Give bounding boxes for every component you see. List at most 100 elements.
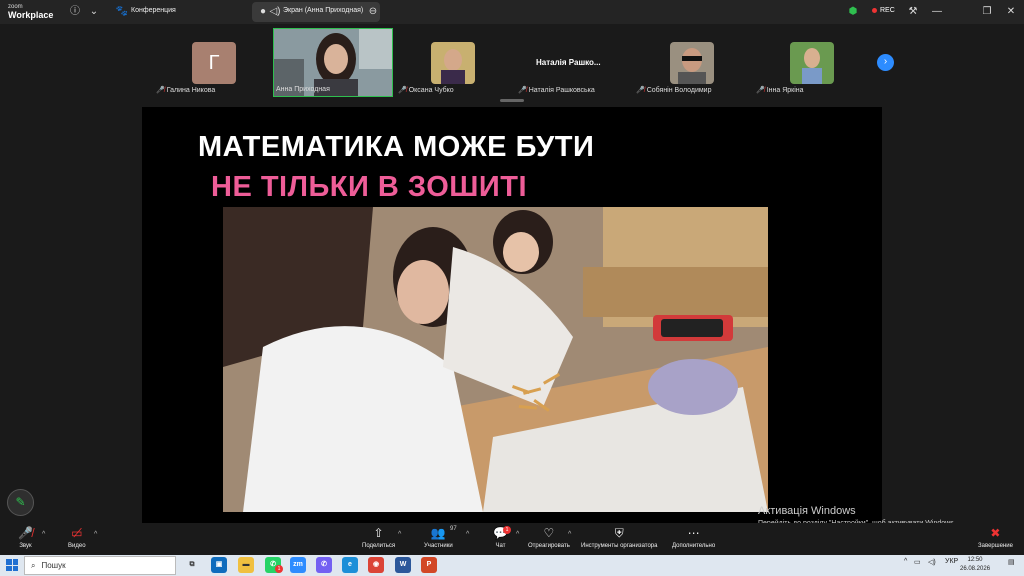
participants-button[interactable]: 👥 Участники — [424, 526, 453, 549]
more-button[interactable]: ⋯ Дополнительно — [672, 526, 715, 549]
store-icon[interactable]: ▣ — [211, 557, 227, 573]
participant-name: Анна Приходная — [276, 86, 330, 93]
participant-name: 🎤̸ Собянін Володимир — [636, 86, 712, 95]
gallery-scroll-handle[interactable] — [500, 99, 524, 102]
mic-muted-icon: 🎤̸ — [756, 87, 765, 94]
participant-tile-photo[interactable] — [431, 42, 475, 84]
more-icon: ⋯ — [687, 526, 700, 540]
close-icon[interactable]: ✕ — [1004, 5, 1018, 19]
rec-indicator[interactable]: REC — [872, 7, 895, 14]
chevron-down-icon[interactable]: ⌄ — [87, 5, 101, 19]
participants-options-chevron-icon[interactable]: ^ — [466, 531, 469, 538]
mic-muted-icon: 🎤̸ — [18, 526, 33, 540]
keyboard-language[interactable]: УКР — [945, 558, 958, 565]
tray-chevron-icon[interactable]: ^ — [904, 558, 907, 565]
participant-tile-initial[interactable]: Г — [192, 42, 236, 84]
annotate-pen-button[interactable]: ✎ — [7, 489, 34, 516]
taskbar-search[interactable]: ⌕ Пошук — [24, 556, 176, 575]
video-options-chevron-icon[interactable]: ^ — [94, 531, 97, 538]
share-label: Поделиться — [362, 543, 396, 549]
participant-name-text: Оксана Чубко — [408, 86, 454, 94]
slide-title-line1: МАТЕМАТИКА МОЖЕ БУТИ — [198, 131, 595, 163]
mic-muted-icon: 🎤̸ — [156, 87, 165, 94]
search-placeholder: Пошук — [41, 561, 66, 570]
tab-conference[interactable]: Конференция — [131, 7, 176, 14]
network-icon[interactable]: ▭ — [914, 558, 921, 566]
chat-unread-badge: 1 — [503, 526, 511, 534]
file-explorer-icon[interactable]: ▬ — [238, 557, 254, 573]
speaker-icon: ◁) — [269, 6, 281, 17]
participant-name: 🎤̸ Оксана Чубко — [398, 86, 454, 95]
mic-muted-icon: 🎤̸ — [636, 87, 645, 94]
task-view-icon[interactable]: ⧉ — [184, 557, 200, 573]
slide-photo — [223, 207, 768, 512]
shield-icon[interactable]: ⬢ — [846, 5, 860, 19]
tools-icon[interactable]: ⚒ — [906, 5, 920, 19]
info-icon[interactable]: ⓘ — [68, 5, 82, 19]
title-bar: zoom Workplace ⓘ ⌄ 🐾 Конференция ● ◁) Эк… — [0, 0, 1024, 24]
chat-label: Чат — [495, 543, 506, 549]
participant-name-text: Анна Приходная — [276, 86, 330, 93]
more-label: Дополнительно — [672, 543, 716, 549]
shield-icon: ⛨ — [614, 526, 624, 540]
end-label: Завершение — [978, 543, 1013, 549]
taskbar-clock[interactable]: 12:50 26.08.2026 — [960, 556, 990, 574]
mic-muted-icon: 🎤̸ — [398, 87, 407, 94]
whatsapp-badge: 1 — [275, 565, 283, 573]
gallery-next-button[interactable]: › — [877, 54, 894, 71]
share-options-chevron-icon[interactable]: ^ — [398, 531, 401, 538]
participant-name-text: Собянін Володимир — [646, 86, 712, 94]
participants-label: Участники — [424, 543, 453, 549]
zoom-logo: zoom Workplace — [8, 3, 53, 20]
video-label: Видео — [68, 543, 86, 549]
audio-options-chevron-icon[interactable]: ^ — [42, 531, 45, 538]
clock-time: 12:50 — [967, 557, 983, 563]
volume-icon[interactable]: ◁) — [928, 558, 936, 566]
powerpoint-icon[interactable]: P — [421, 557, 437, 573]
word-icon[interactable]: W — [395, 557, 411, 573]
shared-screen: МАТЕМАТИКА МОЖЕ БУТИ НЕ ТІЛЬКИ В ЗОШИТІ — [142, 107, 882, 523]
students-photo — [223, 207, 768, 512]
chat-options-chevron-icon[interactable]: ^ — [516, 531, 519, 538]
end-meeting-button[interactable]: ✖ Завершение — [978, 526, 1013, 549]
audio-button[interactable]: 🎤̸ Звук — [18, 526, 33, 549]
participant-name-text: Інна Яркіна — [766, 86, 804, 94]
zoom-app-icon[interactable]: zm — [290, 557, 306, 573]
participants-count: 97 — [450, 526, 457, 532]
viber-icon[interactable]: ✆ — [316, 557, 332, 573]
slide-title-line2: НЕ ТІЛЬКИ В ЗОШИТІ — [211, 171, 528, 203]
participant-photo — [431, 42, 475, 84]
minimize-icon[interactable]: — — [930, 5, 944, 19]
paw-icon: 🐾 — [115, 6, 129, 17]
close-icon: ✖ — [990, 526, 1001, 540]
more-icon[interactable]: ⊖ — [366, 5, 380, 19]
participant-gallery: Г 🎤̸ Галина Никова Анна Приходная 🎤̸ Окс… — [0, 24, 1024, 106]
react-options-chevron-icon[interactable]: ^ — [568, 531, 571, 538]
react-label: Отреагировать — [528, 543, 570, 549]
watermark-title: Активація Windows — [758, 505, 856, 517]
share-button[interactable]: ⇧ Поделиться — [362, 526, 395, 549]
video-button[interactable]: ▭̸ Видео — [68, 526, 86, 549]
participant-photo — [790, 42, 834, 84]
react-button[interactable]: ♡ Отреагировать — [528, 526, 570, 549]
participant-tile-photo[interactable] — [790, 42, 834, 84]
notifications-icon[interactable]: ▤ — [1008, 558, 1015, 566]
heart-icon: ♡ — [543, 526, 555, 540]
participant-tile-name-only[interactable]: Наталія Рашко... — [536, 42, 616, 84]
mic-muted-icon: 🎤̸ — [518, 87, 527, 94]
clock-date: 26.08.2026 — [960, 566, 991, 572]
host-tools-label: Инструменты организатора — [581, 543, 658, 549]
edge-icon[interactable]: e — [342, 557, 358, 573]
participant-photo — [670, 42, 714, 84]
windows-start-icon[interactable] — [6, 559, 18, 571]
audio-label: Звук — [19, 543, 32, 549]
participant-name-text: Наталія Рашковська — [528, 86, 595, 94]
windows-taskbar: ⌕ Пошук ⧉ ▣ ▬ ✆ 1 zm ✆ e ◉ W P ^ ▭ ◁) УК… — [0, 555, 1024, 576]
participant-name: 🎤̸ Наталія Рашковська — [518, 86, 595, 95]
host-tools-button[interactable]: ⛨ Инструменты организатора — [581, 526, 657, 549]
chrome-icon[interactable]: ◉ — [368, 557, 384, 573]
rec-label: REC — [880, 7, 895, 14]
restore-icon[interactable]: ❐ — [980, 5, 994, 19]
participant-tile-photo[interactable] — [670, 42, 714, 84]
search-icon: ⌕ — [31, 560, 36, 570]
